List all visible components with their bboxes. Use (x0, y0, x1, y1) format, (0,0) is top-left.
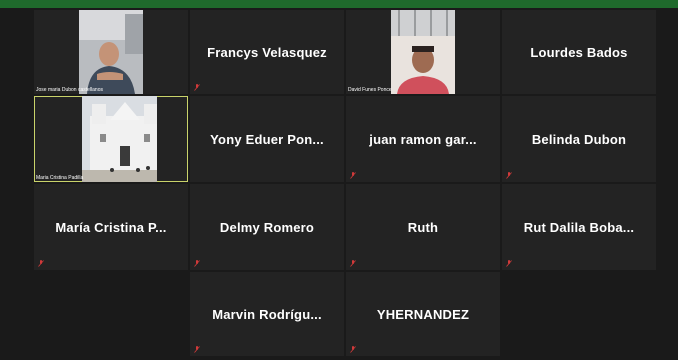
muted-microphone-icon (506, 260, 512, 267)
participant-video (82, 96, 157, 182)
participant-name: Ruth (407, 219, 439, 235)
participant-caption: Jose maria Dubon castellanos (36, 87, 103, 93)
participant-tile-maria-cristina-p[interactable]: María Cristina P... (34, 184, 188, 270)
participant-caption: David Funes Ponce (348, 87, 392, 93)
participant-name: juan ramon gar... (369, 131, 477, 147)
muted-microphone-icon (350, 346, 356, 353)
participant-tile-belinda[interactable]: Belinda Dubon (502, 96, 656, 182)
participant-grid: Jose maria Dubon castellanos Francys Vel… (34, 10, 656, 356)
muted-microphone-icon (350, 260, 356, 267)
participant-tile-maria-cristina-padilla[interactable]: Maria Cristina Padilla (34, 96, 188, 182)
participant-name: Yony Eduer Pon... (210, 131, 324, 147)
participant-name: Marvin Rodrígu... (212, 306, 322, 322)
participant-name: Rut Dalila Boba... (523, 219, 635, 235)
meeting-top-bar (0, 0, 678, 8)
participant-tile-francys[interactable]: Francys Velasquez (190, 10, 344, 94)
participant-tile-jose-maria[interactable]: Jose maria Dubon castellanos (34, 10, 188, 94)
participant-tile-juan-ramon[interactable]: juan ramon gar... (346, 96, 500, 182)
muted-microphone-icon (506, 172, 512, 179)
participant-tile-yony[interactable]: Yony Eduer Pon... (190, 96, 344, 182)
empty-grid-slot (502, 272, 656, 356)
participant-name: Delmy Romero (219, 219, 315, 235)
participant-tile-david[interactable]: David Funes Ponce (346, 10, 500, 94)
participant-name: Francys Velasquez (207, 44, 327, 60)
participant-video (391, 10, 455, 94)
muted-microphone-icon (194, 84, 200, 91)
participant-tile-rut-dalila[interactable]: Rut Dalila Boba... (502, 184, 656, 270)
participant-name: María Cristina P... (55, 219, 167, 235)
muted-microphone-icon (194, 346, 200, 353)
participant-tile-yhernandez[interactable]: YHERNANDEZ (346, 272, 500, 356)
participant-name: YHERNANDEZ (376, 306, 470, 322)
participant-video (79, 10, 143, 94)
participant-tile-ruth[interactable]: Ruth (346, 184, 500, 270)
participant-tile-delmy[interactable]: Delmy Romero (190, 184, 344, 270)
muted-microphone-icon (38, 260, 44, 267)
participant-tile-lourdes[interactable]: Lourdes Bados (502, 10, 656, 94)
empty-grid-slot (34, 272, 188, 356)
participant-caption: Maria Cristina Padilla (36, 175, 84, 181)
participant-tile-marvin[interactable]: Marvin Rodrígu... (190, 272, 344, 356)
muted-microphone-icon (194, 260, 200, 267)
participant-name: Lourdes Bados (530, 44, 628, 60)
muted-microphone-icon (350, 172, 356, 179)
participant-name: Belinda Dubon (531, 131, 627, 147)
